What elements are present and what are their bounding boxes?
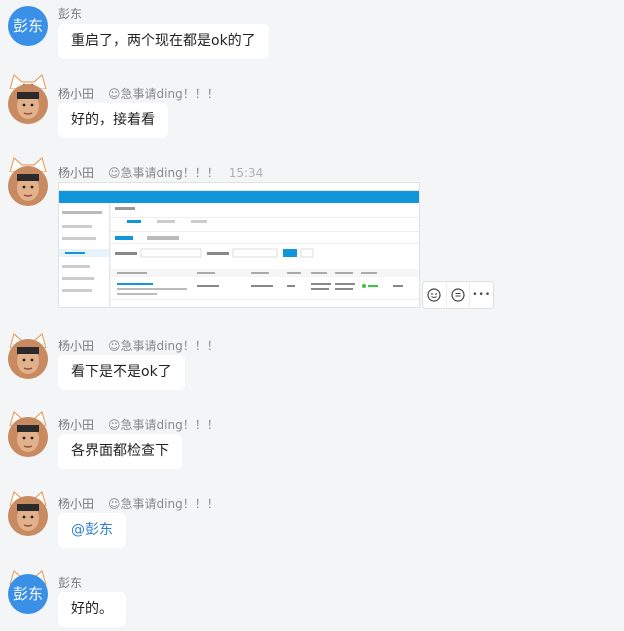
avatar[interactable]	[8, 339, 48, 379]
avatar[interactable]	[8, 496, 48, 536]
message-bubble[interactable]: 各界面都检查下	[58, 434, 182, 469]
sender-label: 杨小田	[58, 87, 95, 101]
message-bubble[interactable]: 好的。	[58, 592, 126, 627]
shared-screenshot-image[interactable]	[58, 182, 420, 308]
signature-text: 急事请ding！！！	[120, 166, 219, 180]
more-icon: •••	[472, 290, 492, 300]
message-time: 15:34	[228, 166, 264, 180]
screenshot-content	[111, 203, 419, 307]
signature-text: 急事请ding！！！	[120, 339, 219, 353]
sender-signature: ☺急事请ding！！！	[108, 87, 219, 101]
image-hover-toolbar: •••	[422, 281, 494, 309]
message-bubble[interactable]: 好的，接着看	[58, 103, 168, 138]
smile-icon: ☺	[108, 87, 121, 101]
sender-signature: ☺急事请ding！！！	[108, 339, 219, 353]
signature-text: 急事请ding！！！	[120, 418, 219, 432]
avatar[interactable]	[8, 166, 48, 206]
sender-name: 杨小田 ☺急事请ding！！！	[58, 337, 219, 354]
signature-text: 急事请ding！！！	[120, 497, 219, 511]
avatar[interactable]: 彭东	[8, 6, 48, 46]
smile-icon: ☺	[108, 166, 121, 180]
message-bubble[interactable]: 看下是不是ok了	[58, 355, 185, 390]
comment-icon	[451, 288, 465, 302]
screenshot-left-nav	[59, 203, 110, 307]
signature-text: 急事请ding！！！	[120, 87, 219, 101]
message-bubble[interactable]: 重启了，两个现在都是ok的了	[58, 24, 269, 59]
sender-label: 彭东	[58, 576, 83, 590]
sender-name: 杨小田 ☺急事请ding！！！	[58, 85, 219, 102]
smile-icon: ☺	[108, 497, 121, 511]
sender-label: 杨小田	[58, 418, 95, 432]
sender-name: 彭东	[58, 5, 82, 22]
sender-signature: ☺急事请ding！！！	[108, 497, 219, 511]
sender-signature: ☺急事请ding！！！	[108, 418, 219, 432]
emoji-react-button[interactable]	[423, 282, 447, 308]
reply-button[interactable]	[447, 282, 471, 308]
avatar[interactable]: 彭东	[8, 574, 48, 614]
sender-label: 杨小田	[58, 497, 95, 511]
more-button[interactable]: •••	[470, 282, 493, 308]
smile-icon: ☺	[108, 339, 121, 353]
sender-name: 杨小田 ☺急事请ding！！！	[58, 495, 219, 512]
mention-bubble[interactable]: @彭东	[58, 513, 126, 548]
sender-signature: ☺急事请ding！！！	[108, 166, 219, 180]
sender-name: 杨小田 ☺急事请ding！！！ 15:34	[58, 164, 263, 181]
sender-name: 彭东	[58, 574, 82, 591]
emoji-icon	[427, 288, 441, 302]
sender-name: 杨小田 ☺急事请ding！！！	[58, 416, 219, 433]
screenshot-url-bar	[59, 183, 419, 191]
avatar[interactable]	[8, 84, 48, 124]
sender-label: 杨小田	[58, 339, 95, 353]
sender-label: 杨小田	[58, 166, 95, 180]
smile-icon: ☺	[108, 418, 121, 432]
screenshot-top-nav	[59, 191, 419, 203]
avatar[interactable]	[8, 417, 48, 457]
sender-label: 彭东	[58, 7, 83, 21]
